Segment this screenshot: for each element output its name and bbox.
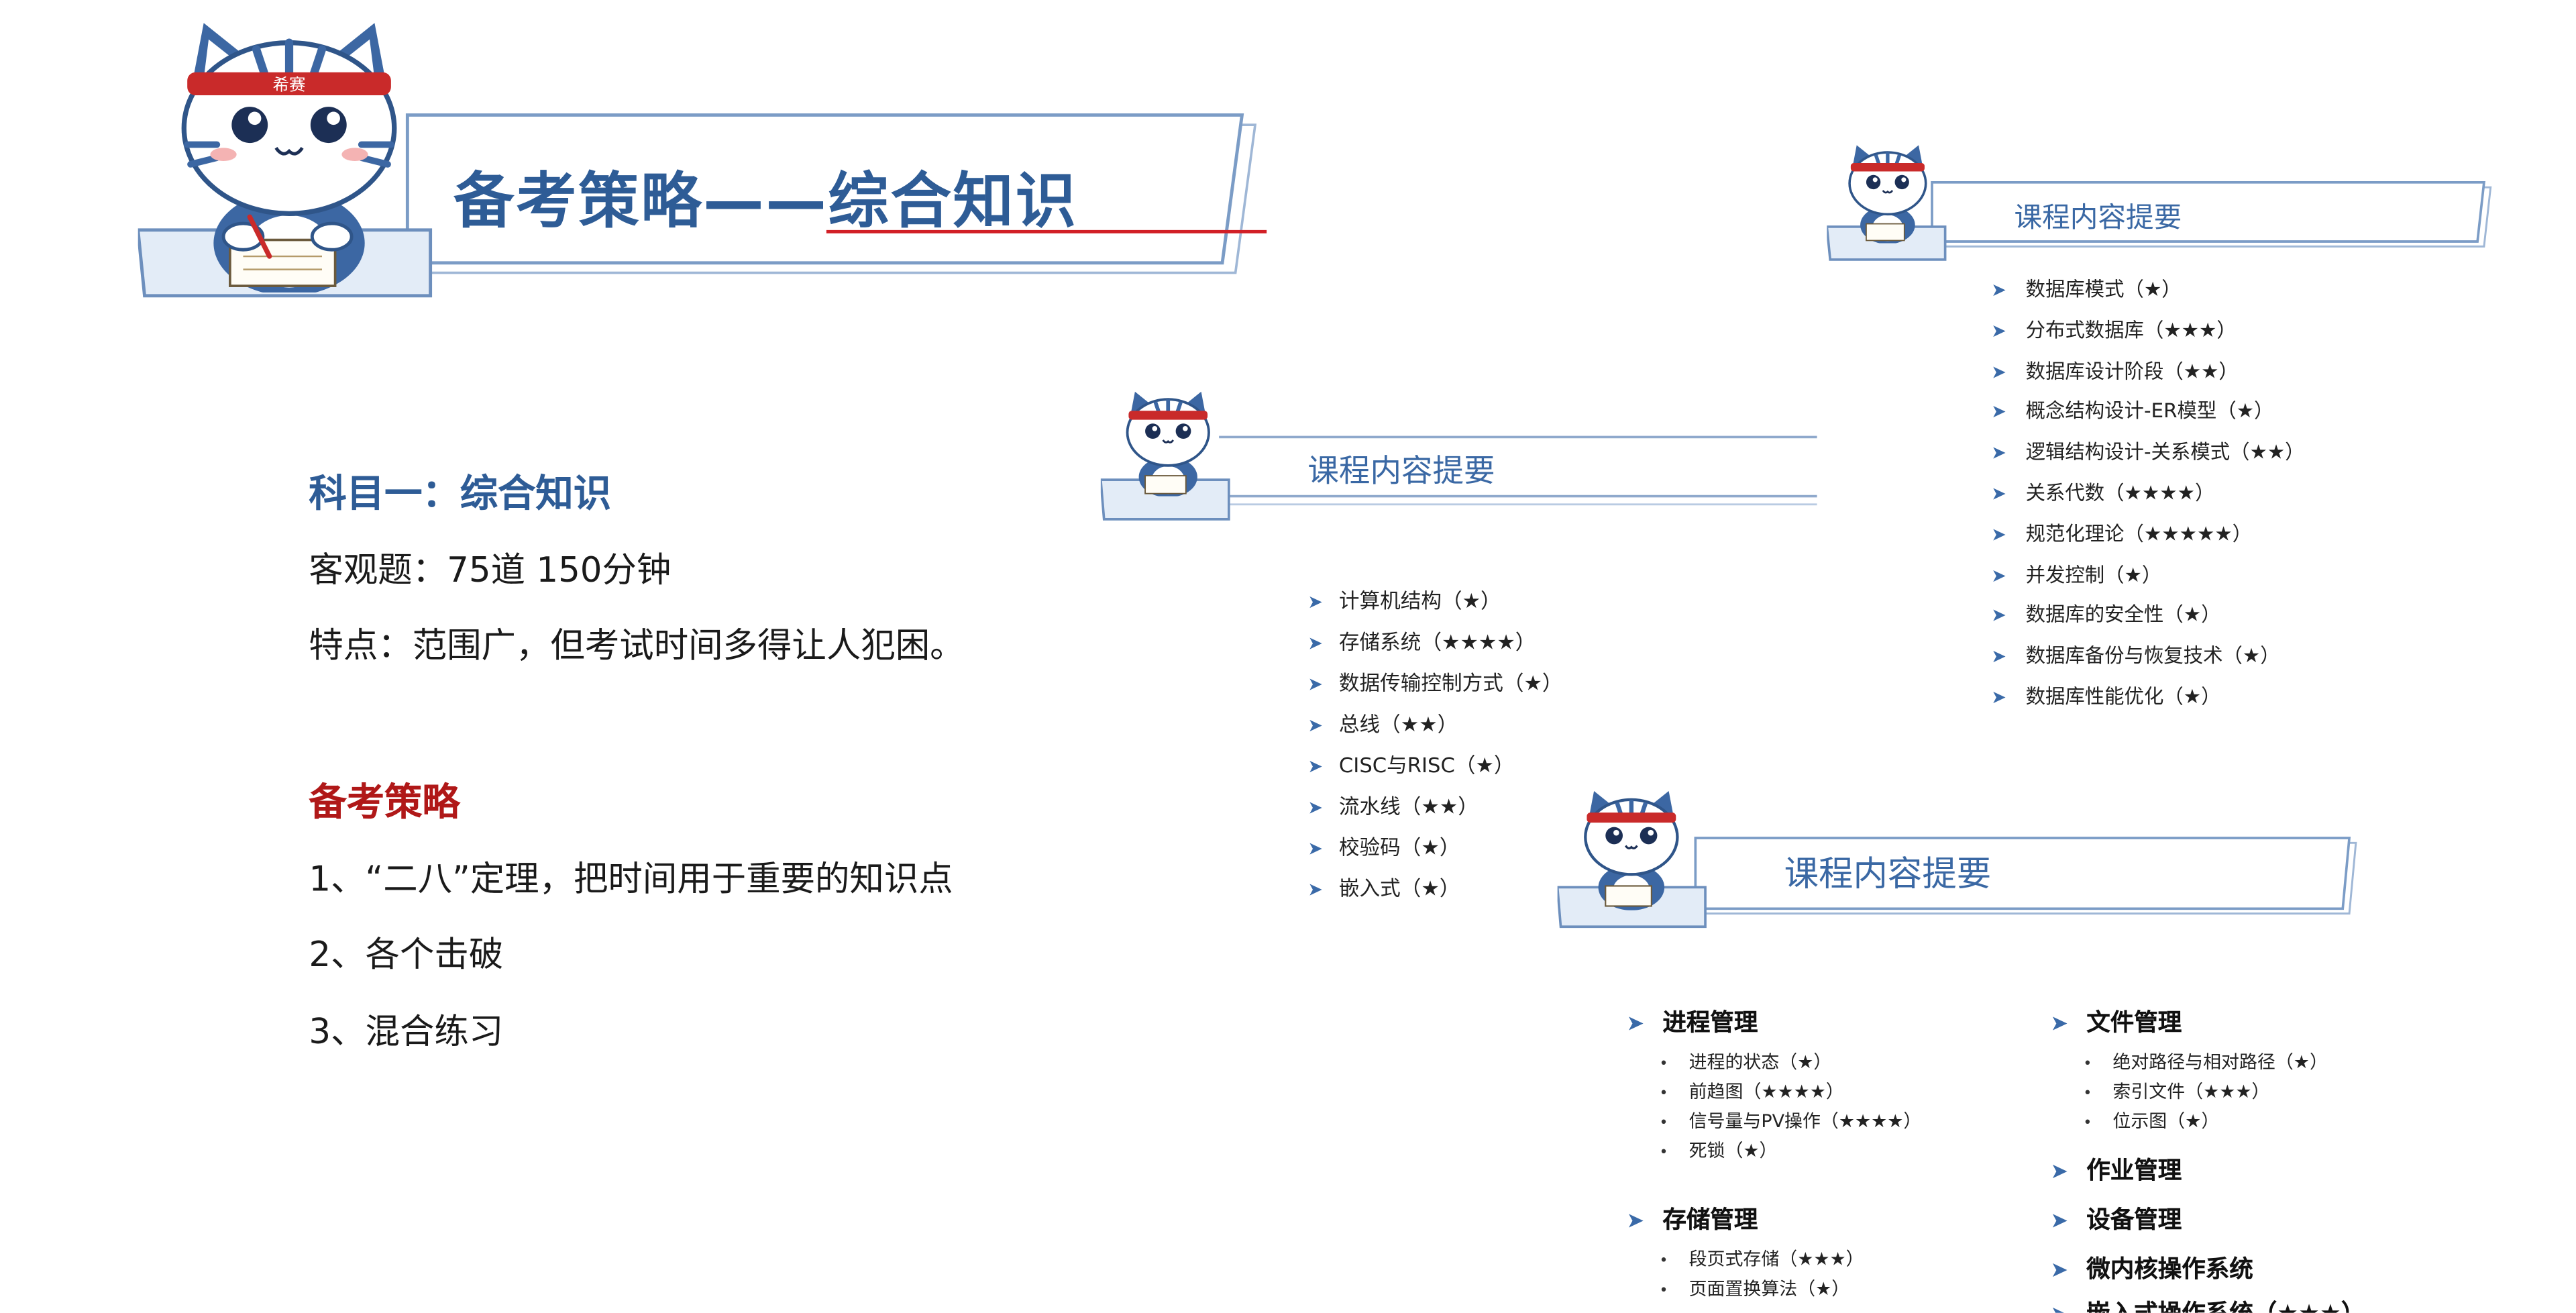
banner-label-os: 课程内容提要	[1784, 854, 1992, 894]
computer-topic-list: ➤ 计算机结构（★） ➤ 存储系统（★★★★） ➤ 数据传输控制方式（★） ➤ 总线（★…	[1307, 580, 1562, 908]
chevron-right-icon: ➤	[2050, 1159, 2069, 1185]
cat-mascot-icon	[1840, 142, 1935, 244]
list-item: ➤ 数据库性能优化（★）	[1991, 677, 2304, 718]
list-item: ➤ 数据库模式（★）	[1991, 270, 2304, 311]
list-item: ➤ 校验码（★）	[1307, 827, 1562, 868]
list-item: ➤ 概念结构设计-ER模型（★）	[1991, 392, 2304, 433]
chevron-right-icon: ➤	[2050, 1012, 2069, 1037]
bullet-dot-icon: •	[2083, 1056, 2092, 1073]
bullet-dot-icon: •	[2083, 1086, 2092, 1103]
list-item: • 前趋图（★★★★）	[1659, 1078, 1921, 1108]
list-item: ➤ 数据库备份与恢复技术（★）	[1991, 636, 2304, 677]
list-item: • 绝对路径与相对路径（★）	[2083, 1048, 2328, 1078]
os-group-process: ➤ 进程管理	[1626, 1010, 1758, 1037]
bullet-dot-icon: •	[1659, 1253, 1668, 1271]
cat-mascot-icon: 希赛	[158, 13, 421, 293]
chevron-right-icon: ➤	[1307, 879, 1323, 901]
list-item: ➤ 总线（★★）	[1307, 703, 1562, 744]
list-item: ➤ 逻辑结构设计-关系模式（★★）	[1991, 433, 2304, 474]
page-title: 备考策略——综合知识	[453, 151, 1078, 240]
storage-sub-list: • 段页式存储（★★★） • 页面置换算法（★）	[1659, 1245, 1864, 1304]
bullet-dot-icon: •	[1659, 1115, 1668, 1133]
chevron-right-icon: ➤	[1307, 632, 1323, 654]
list-item: • 索引文件（★★★）	[2083, 1078, 2328, 1108]
chevron-right-icon: ➤	[1307, 715, 1323, 737]
list-item: ➤ 分布式数据库（★★★）	[1991, 310, 2304, 351]
subject-title: 科目一：综合知识	[309, 473, 612, 516]
chevron-right-icon: ➤	[1991, 523, 2006, 545]
chevron-right-icon: ➤	[1991, 686, 2006, 708]
bullet-dot-icon: •	[1659, 1145, 1668, 1162]
chevron-right-icon: ➤	[1991, 360, 2006, 382]
headband-text: 希赛	[273, 75, 306, 95]
chevron-right-icon: ➤	[1307, 796, 1323, 819]
list-item: ➤ 并发控制（★）	[1991, 555, 2304, 596]
list-item: • 信号量与PV操作（★★★★）	[1659, 1108, 1921, 1137]
process-sub-list: • 进程的状态（★） • 前趋图（★★★★） • 信号量与PV操作（★★★★） • 死锁…	[1659, 1048, 1921, 1166]
strategy-item: 3、混合练习	[309, 1012, 504, 1052]
bullet-dot-icon: •	[1659, 1056, 1668, 1073]
list-item: ➤ 存储系统（★★★★）	[1307, 621, 1562, 662]
chevron-right-icon: ➤	[1991, 645, 2006, 668]
file-sub-list: • 绝对路径与相对路径（★） • 索引文件（★★★） • 位示图（★）	[2083, 1048, 2328, 1137]
strategy-item: 1、“二八”定理，把时间用于重要的知识点	[309, 859, 953, 899]
list-item: • 进程的状态（★）	[1659, 1048, 1921, 1078]
chevron-right-icon: ➤	[1307, 755, 1323, 778]
list-item: ➤ 数据库设计阶段（★★）	[1991, 351, 2304, 392]
bullet-dot-icon: •	[2083, 1115, 2092, 1133]
list-item: ➤ 数据库的安全性（★）	[1991, 595, 2304, 636]
page-title-prefix: 备考策略——	[453, 166, 828, 237]
os-group-job: ➤ 作业管理	[2050, 1158, 2182, 1185]
os-group-embedded: ➤嵌入式操作系统（★★★）	[2050, 1295, 2365, 1313]
chevron-right-icon: ➤	[1991, 401, 2006, 423]
bullet-dot-icon: •	[1659, 1283, 1668, 1300]
chevron-right-icon: ➤	[1991, 279, 2006, 301]
list-item: ➤ 流水线（★★）	[1307, 786, 1562, 827]
banner-label-database: 课程内容提要	[2014, 202, 2182, 235]
chevron-right-icon: ➤	[1307, 674, 1323, 695]
list-item: ➤ 规范化理论（★★★★★）	[1991, 514, 2304, 555]
list-item: • 死锁（★）	[1659, 1137, 1921, 1167]
list-item: ➤ 数据传输控制方式（★）	[1307, 662, 1562, 703]
slide: 希赛 备考策略——综合知识 科目一：综合知识 客观题：75道 150分钟 特点：…	[0, 0, 2576, 1313]
page-title-highlight: 综合知识	[828, 166, 1078, 237]
list-item: • 位示图（★）	[2083, 1108, 2328, 1137]
list-item: ➤ 计算机结构（★）	[1307, 580, 1562, 621]
list-item: • 页面置换算法（★）	[1659, 1275, 1864, 1304]
chevron-right-icon: ➤	[2050, 1303, 2086, 1313]
database-topic-list: ➤ 数据库模式（★） ➤ 分布式数据库（★★★） ➤ 数据库设计阶段（★★） ➤ 概念结…	[1991, 270, 2304, 718]
list-item: • 段页式存储（★★★）	[1659, 1245, 1864, 1275]
chevron-right-icon: ➤	[1307, 837, 1323, 859]
title-underline	[826, 229, 1267, 233]
chevron-right-icon: ➤	[2050, 1258, 2069, 1283]
chevron-right-icon: ➤	[2050, 1209, 2069, 1235]
bullet-dot-icon: •	[1659, 1086, 1668, 1103]
os-group-device: ➤ 设备管理	[2050, 1208, 2182, 1235]
banner-label-computer: 课程内容提要	[1307, 453, 1495, 490]
chevron-right-icon: ➤	[1626, 1012, 1645, 1037]
chevron-right-icon: ➤	[1991, 482, 2006, 505]
list-item: ➤ 嵌入式（★）	[1307, 868, 1562, 908]
feature-text: 特点：范围广，但考试时间多得让人犯困。	[309, 626, 965, 666]
list-item: ➤ CISC与RISC（★）	[1307, 744, 1562, 785]
chevron-right-icon: ➤	[1991, 320, 2006, 342]
objective-text: 客观题：75道 150分钟	[309, 550, 672, 590]
strategy-title: 备考策略	[309, 782, 460, 825]
chevron-right-icon: ➤	[1991, 564, 2006, 586]
os-group-file: ➤ 文件管理	[2050, 1010, 2182, 1037]
os-group-microkernel: ➤ 微内核操作系统	[2050, 1257, 2253, 1283]
chevron-right-icon: ➤	[1991, 605, 2006, 627]
chevron-right-icon: ➤	[1626, 1209, 1645, 1235]
strategy-item: 2、各个击破	[309, 935, 504, 975]
cat-mascot-icon	[1574, 786, 1688, 910]
list-item: ➤ 关系代数（★★★★）	[1991, 473, 2304, 514]
chevron-right-icon: ➤	[1991, 442, 2006, 464]
chevron-right-icon: ➤	[1307, 591, 1323, 613]
os-group-storage: ➤ 存储管理	[1626, 1208, 1758, 1235]
cat-mascot-icon	[1117, 388, 1219, 496]
